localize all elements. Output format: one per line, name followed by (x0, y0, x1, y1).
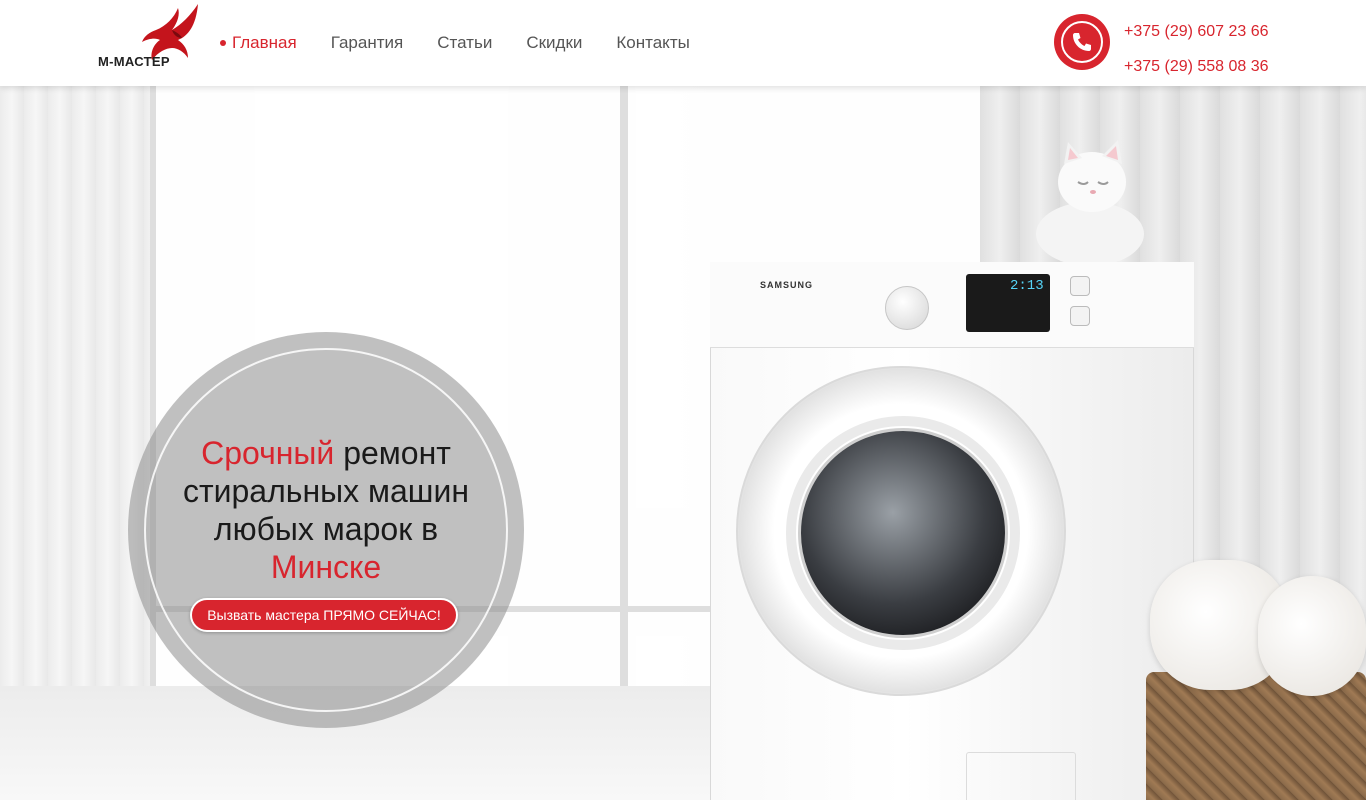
nav-item-warranty[interactable]: Гарантия (331, 33, 404, 53)
site-header: М-МАСТЕР Главная Гарантия Статьи Скидки … (0, 0, 1366, 86)
nav-item-discounts[interactable]: Скидки (526, 33, 582, 53)
washer-brand: SAMSUNG (760, 280, 814, 290)
nav-label: Статьи (437, 33, 493, 52)
phone-link-1[interactable]: +375 (29) 607 23 66 (1124, 14, 1269, 49)
call-master-button[interactable]: Вызвать мастера ПРЯМО СЕЙЧАС! (190, 598, 458, 632)
washer-display: 2:13 (966, 274, 1050, 332)
nav-label: Контакты (616, 33, 690, 52)
washer-knob-icon (885, 286, 929, 330)
nav-item-home[interactable]: Главная (220, 33, 297, 53)
main-nav: Главная Гарантия Статьи Скидки Контакты (220, 33, 724, 53)
window-frame (620, 86, 628, 746)
washer-filter-hatch (966, 752, 1076, 800)
washer-door (736, 366, 1066, 696)
hero-section: SAMSUNG 2:13 Срочный ремонт стиральных м… (0, 86, 1366, 800)
washer-control-panel: SAMSUNG 2:13 (710, 262, 1194, 348)
washer-door-glass (798, 428, 1008, 638)
logo-text: М-МАСТЕР (98, 54, 170, 69)
nav-label: Гарантия (330, 33, 404, 52)
washing-machine-image: SAMSUNG 2:13 (710, 262, 1194, 800)
washer-display-time: 2:13 (1010, 278, 1044, 294)
active-dot-icon (220, 40, 226, 46)
hero-title-highlight: Срочный (201, 435, 335, 471)
cat-image (1036, 140, 1144, 266)
handset-icon (1073, 33, 1091, 51)
nav-item-contacts[interactable]: Контакты (616, 33, 689, 53)
nav-label: Главная (232, 33, 297, 52)
phone-list: +375 (29) 607 23 66 +375 (29) 558 08 36 (1124, 14, 1269, 84)
hero-title-city: Минске (270, 549, 382, 585)
promo-circle: Срочный ремонт стиральных машин любых ма… (128, 332, 524, 728)
hero-title: Срочный ремонт стиральных машин любых ма… (158, 434, 494, 586)
power-button-icon (1070, 276, 1090, 296)
towel-image (1258, 576, 1366, 696)
start-pause-icon (1070, 306, 1090, 326)
phone-icon[interactable] (1054, 14, 1110, 70)
nav-label: Скидки (526, 33, 583, 52)
phone-link-2[interactable]: +375 (29) 558 08 36 (1124, 49, 1269, 84)
logo[interactable]: М-МАСТЕР (98, 2, 208, 72)
window-frame (150, 86, 156, 746)
nav-item-articles[interactable]: Статьи (437, 33, 492, 53)
